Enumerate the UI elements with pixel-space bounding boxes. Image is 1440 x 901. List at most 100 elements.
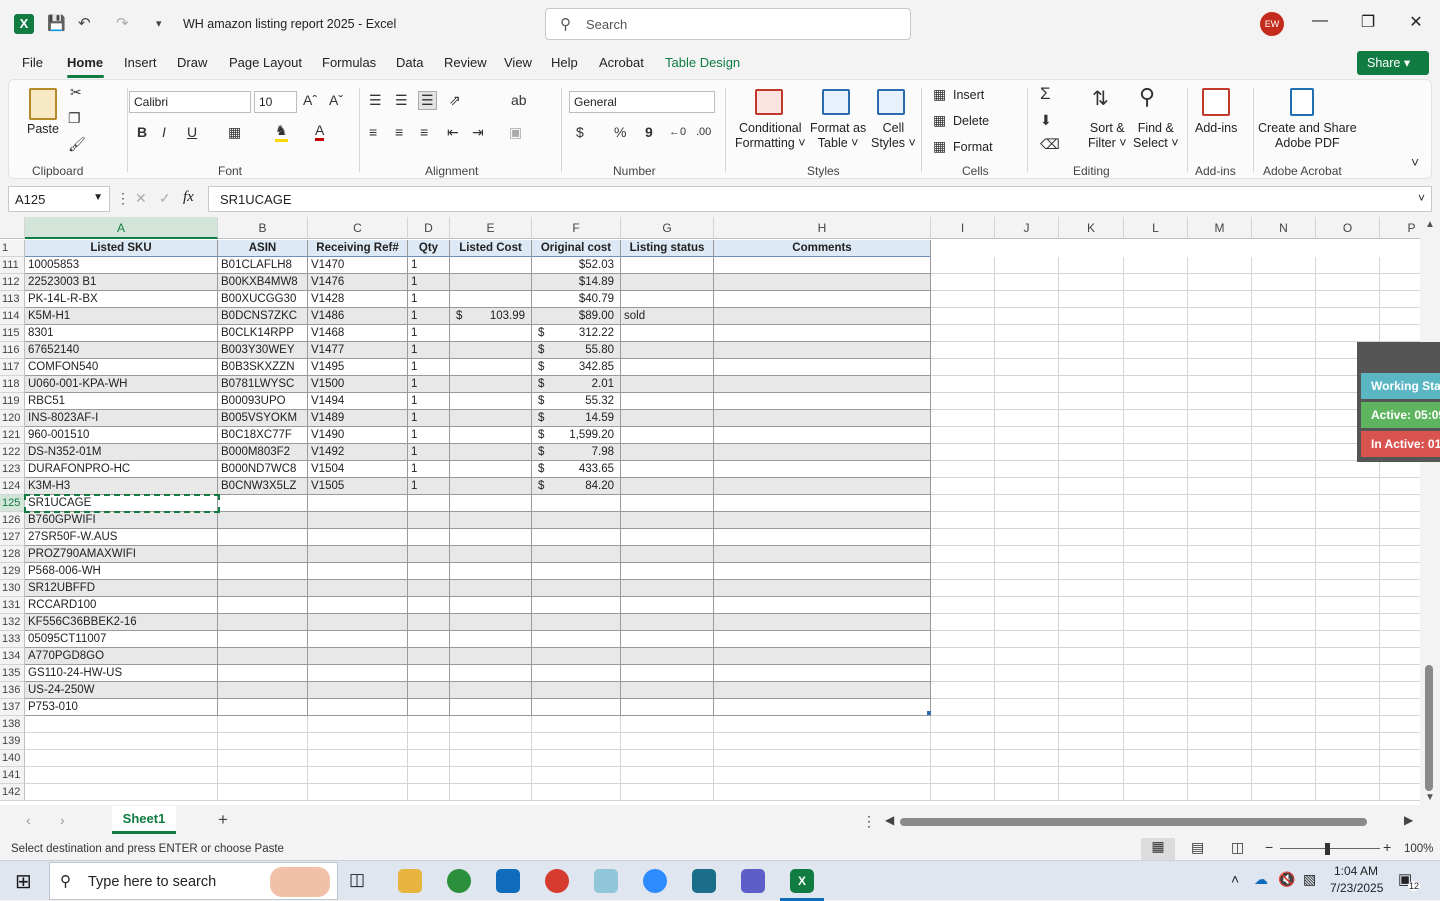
- orientation-icon[interactable]: ⇗: [449, 92, 461, 109]
- confirm-entry-icon[interactable]: ✓: [159, 190, 171, 207]
- table-cell[interactable]: [714, 376, 931, 393]
- table-cell[interactable]: [450, 257, 532, 274]
- table-cell[interactable]: 1: [408, 444, 450, 461]
- grid-cell[interactable]: [408, 733, 450, 750]
- grid-cell[interactable]: [1316, 512, 1380, 529]
- fill-icon[interactable]: ⬇: [1040, 112, 1052, 129]
- addins-button[interactable]: Add-ins: [1195, 121, 1237, 135]
- grid-cell[interactable]: [1316, 733, 1380, 750]
- grid-cell[interactable]: [995, 529, 1059, 546]
- grid-cell[interactable]: [931, 393, 995, 410]
- table-cell[interactable]: 1: [408, 376, 450, 393]
- table-cell[interactable]: [621, 546, 714, 563]
- table-cell[interactable]: $1,599.20: [532, 427, 621, 444]
- grid-cell[interactable]: [25, 767, 218, 784]
- grid-cell[interactable]: [1380, 308, 1420, 325]
- format-as-table-icon[interactable]: [822, 89, 850, 115]
- grid-cell[interactable]: [1188, 699, 1252, 716]
- grid-cell[interactable]: [995, 665, 1059, 682]
- grid-cell[interactable]: [714, 733, 931, 750]
- grid-cell[interactable]: [1059, 427, 1124, 444]
- task-view-icon[interactable]: ◫: [349, 870, 365, 890]
- grid-cell[interactable]: [308, 716, 408, 733]
- grid-cell[interactable]: [1188, 342, 1252, 359]
- row-header[interactable]: 120: [0, 410, 25, 427]
- grid-cell[interactable]: [1188, 682, 1252, 699]
- grid-cell[interactable]: [532, 767, 621, 784]
- decrease-decimal-icon[interactable]: .00: [696, 126, 711, 138]
- grid-cell[interactable]: [1124, 529, 1188, 546]
- table-cell[interactable]: [450, 478, 532, 495]
- grid-cell[interactable]: [1188, 716, 1252, 733]
- delete-cells-icon[interactable]: ▦: [933, 112, 946, 129]
- grid-cell[interactable]: [995, 597, 1059, 614]
- grid-cell[interactable]: [995, 546, 1059, 563]
- grid-cell[interactable]: [308, 784, 408, 801]
- table-cell[interactable]: 1: [408, 461, 450, 478]
- grid-cell[interactable]: [1059, 784, 1124, 801]
- table-cell[interactable]: [450, 461, 532, 478]
- table-cell[interactable]: [218, 648, 308, 665]
- grid-cell[interactable]: [995, 393, 1059, 410]
- table-cell[interactable]: [714, 648, 931, 665]
- table-cell[interactable]: [450, 342, 532, 359]
- grid-cell[interactable]: [1188, 325, 1252, 342]
- grid-cell[interactable]: [218, 716, 308, 733]
- row-header[interactable]: 114: [0, 308, 25, 325]
- table-cell[interactable]: [218, 563, 308, 580]
- grid-cell[interactable]: [1252, 597, 1316, 614]
- column-header-o[interactable]: O: [1316, 217, 1380, 239]
- grid-cell[interactable]: [995, 410, 1059, 427]
- paste-button[interactable]: Paste: [27, 122, 59, 136]
- table-cell[interactable]: [532, 495, 621, 512]
- grid-cell[interactable]: [1380, 784, 1420, 801]
- table-cell[interactable]: [532, 546, 621, 563]
- insert-cells-button[interactable]: Insert: [953, 88, 984, 102]
- table-cell[interactable]: [714, 427, 931, 444]
- row-header[interactable]: 142: [0, 784, 25, 801]
- table-cell[interactable]: V1428: [308, 291, 408, 308]
- grid-cell[interactable]: [1316, 257, 1380, 274]
- column-header-b[interactable]: B: [218, 217, 308, 239]
- grid-cell[interactable]: [1059, 359, 1124, 376]
- table-cell[interactable]: B0B3SKXZZN: [218, 359, 308, 376]
- table-cell[interactable]: [450, 359, 532, 376]
- search-box[interactable]: ⚲ Search: [545, 8, 911, 40]
- table-cell[interactable]: V1468: [308, 325, 408, 342]
- menu-formulas[interactable]: Formulas: [322, 55, 376, 70]
- table-cell[interactable]: [308, 580, 408, 597]
- share-button[interactable]: Share ▾: [1357, 51, 1429, 75]
- grid-cell[interactable]: [931, 444, 995, 461]
- create-share-pdf-button[interactable]: Create and Share Adobe PDF: [1258, 121, 1357, 151]
- table-cell[interactable]: [450, 597, 532, 614]
- row-header[interactable]: 111: [0, 257, 25, 274]
- table-cell[interactable]: PROZ790AMAXWIFI: [25, 546, 218, 563]
- select-all-corner[interactable]: [0, 217, 25, 239]
- grid-cell[interactable]: [1188, 427, 1252, 444]
- row-header[interactable]: 131: [0, 597, 25, 614]
- grid-cell[interactable]: [1252, 665, 1316, 682]
- table-cell[interactable]: RBC51: [25, 393, 218, 410]
- grid-cell[interactable]: [1188, 631, 1252, 648]
- table-cell[interactable]: [218, 512, 308, 529]
- grid-cell[interactable]: [1188, 291, 1252, 308]
- table-cell[interactable]: [532, 614, 621, 631]
- table-cell[interactable]: V1494: [308, 393, 408, 410]
- grid-cell[interactable]: [1188, 444, 1252, 461]
- table-cell[interactable]: [308, 563, 408, 580]
- grid-cell[interactable]: [995, 359, 1059, 376]
- grid-cell[interactable]: [1316, 478, 1380, 495]
- grid-cell[interactable]: [218, 784, 308, 801]
- grid-cell[interactable]: [931, 478, 995, 495]
- tab-split-icon[interactable]: ⋮: [862, 813, 876, 830]
- table-cell[interactable]: [450, 410, 532, 427]
- grid-cell[interactable]: [714, 767, 931, 784]
- grid-cell[interactable]: [1252, 631, 1316, 648]
- table-cell[interactable]: [621, 410, 714, 427]
- comma-button[interactable]: 9: [645, 124, 653, 140]
- more-options-icon[interactable]: ⋮: [116, 190, 130, 207]
- column-header-h[interactable]: H: [714, 217, 931, 239]
- grid-cell[interactable]: [995, 648, 1059, 665]
- row-header[interactable]: 132: [0, 614, 25, 631]
- grid-cell[interactable]: [218, 767, 308, 784]
